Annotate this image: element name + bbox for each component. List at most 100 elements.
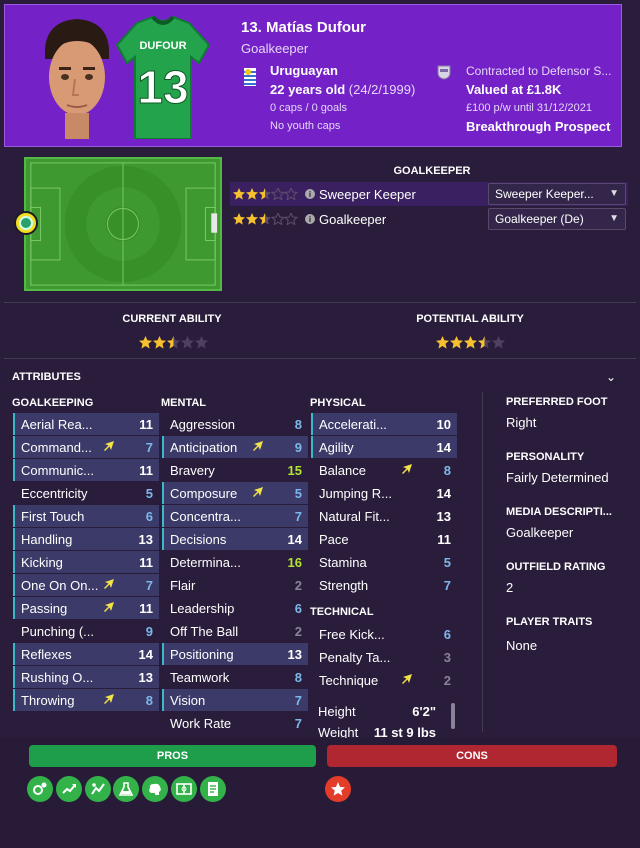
- attribute-row[interactable]: Strength 7: [311, 574, 457, 596]
- attribute-row[interactable]: Eccentricity 5: [13, 482, 159, 504]
- attribute-row[interactable]: Concentra... 7: [162, 505, 308, 527]
- attribute-name: Aggression: [170, 416, 236, 432]
- trend-arrow-icon: [104, 441, 114, 451]
- attribute-value: 15: [287, 462, 302, 478]
- media-description-value: Goalkeeper: [506, 525, 574, 540]
- attribute-row[interactable]: First Touch 6: [13, 505, 159, 527]
- attribute-name: Decisions: [170, 531, 227, 547]
- attribute-row[interactable]: Stamina 5: [311, 551, 457, 573]
- attribute-row[interactable]: Agility 14: [311, 436, 457, 458]
- player-name: 13. Matías Dufour: [241, 19, 367, 36]
- flask-icon[interactable]: [113, 776, 139, 802]
- attribute-row[interactable]: Jumping R... 14: [311, 482, 457, 504]
- attribute-row[interactable]: Natural Fit... 13: [311, 505, 457, 527]
- document-icon[interactable]: [200, 776, 226, 802]
- goalkeeper-position-marker[interactable]: [14, 211, 38, 235]
- attribute-row[interactable]: Handling 13: [13, 528, 159, 550]
- improving-icon[interactable]: [85, 776, 111, 802]
- attribute-row[interactable]: Kicking 11: [13, 551, 159, 573]
- attribute-row[interactable]: Passing 11: [13, 597, 159, 619]
- attribute-row[interactable]: Bravery 15: [162, 459, 308, 481]
- trend-arrow-icon: [253, 441, 263, 451]
- attribute-row[interactable]: Flair 2: [162, 574, 308, 596]
- role-row-goalkeeper[interactable]: i Goalkeeper Goalkeeper (De) ▼: [230, 207, 628, 231]
- attribute-row[interactable]: Composure 5: [162, 482, 308, 504]
- attribute-row[interactable]: Rushing O... 13: [13, 666, 159, 688]
- scrollbar[interactable]: [451, 703, 455, 729]
- cons-bar[interactable]: CONS: [327, 745, 617, 767]
- pitch-icon[interactable]: [171, 776, 197, 802]
- attribute-row[interactable]: Technique 2: [311, 669, 457, 691]
- preferred-foot-value: Right: [506, 415, 537, 430]
- pros-bar[interactable]: PROS: [29, 745, 316, 767]
- attribute-name: Eccentricity: [21, 485, 88, 501]
- attribute-row[interactable]: Work Rate 7: [162, 712, 308, 734]
- attribute-row[interactable]: Penalty Ta... 3: [311, 646, 457, 668]
- attribute-row[interactable]: Anticipation 9: [162, 436, 308, 458]
- player-caps: 0 caps / 0 goals: [270, 102, 348, 114]
- attribute-row[interactable]: Accelerati... 10: [311, 413, 457, 435]
- attribute-value: 9: [145, 623, 153, 639]
- role-select-sweeper-keeper[interactable]: Sweeper Keeper... ▼: [488, 183, 626, 205]
- attribute-row[interactable]: Free Kick... 6: [311, 623, 457, 645]
- attribute-value: 11: [139, 600, 153, 616]
- technical-title: TECHNICAL: [310, 606, 374, 618]
- star-rating-icon: [233, 188, 299, 200]
- role-select-goalkeeper[interactable]: Goalkeeper (De) ▼: [488, 208, 626, 230]
- player-contract[interactable]: Contracted to Defensor S...: [466, 64, 618, 78]
- role-row-sweeper-keeper[interactable]: i Sweeper Keeper Sweeper Keeper... ▼: [230, 182, 628, 206]
- attribute-value: 2: [443, 672, 451, 688]
- position-pitch[interactable]: [24, 157, 222, 291]
- attribute-row[interactable]: Command... 7: [13, 436, 159, 458]
- attribute-row[interactable]: Aggression 8: [162, 413, 308, 435]
- attribute-value: 6: [145, 508, 153, 524]
- gk-distribution-icon[interactable]: [27, 776, 53, 802]
- attribute-row[interactable]: Punching (... 9: [13, 620, 159, 642]
- attribute-value: 6: [443, 626, 451, 642]
- attribute-row[interactable]: Determina... 16: [162, 551, 308, 573]
- attribute-name: Punching (...: [21, 623, 94, 639]
- attribute-name: Technique: [319, 672, 379, 688]
- outfield-rating-label: OUTFIELD RATING: [506, 561, 606, 573]
- attribute-value: 9: [294, 439, 302, 455]
- current-ability-stars-icon: [139, 336, 208, 349]
- player-youth-caps: No youth caps: [270, 120, 341, 132]
- chevron-down-icon[interactable]: ⌄: [606, 370, 616, 384]
- attribute-row[interactable]: Balance 8: [311, 459, 457, 481]
- physical-title: PHYSICAL: [310, 397, 366, 409]
- info-icon[interactable]: i: [305, 189, 315, 199]
- potential-ability-stars-icon: [436, 336, 505, 349]
- attribute-row[interactable]: Reflexes 14: [13, 643, 159, 665]
- player-traits-label: PLAYER TRAITS: [506, 616, 593, 628]
- trend-up-icon[interactable]: [56, 776, 82, 802]
- attribute-name: Flair: [170, 577, 196, 593]
- attribute-name: Natural Fit...: [319, 508, 390, 524]
- shirt-name: DUFOUR: [139, 40, 186, 52]
- star-icon[interactable]: [325, 776, 351, 802]
- attribute-row[interactable]: Off The Ball 2: [162, 620, 308, 642]
- attribute-name: Accelerati...: [319, 416, 387, 432]
- attribute-row[interactable]: Teamwork 8: [162, 666, 308, 688]
- player-nationality[interactable]: Uruguayan: [270, 63, 338, 78]
- roles-title: GOALKEEPER: [393, 165, 471, 177]
- attribute-row[interactable]: Leadership 6: [162, 597, 308, 619]
- attribute-value: 13: [138, 669, 153, 685]
- info-icon[interactable]: i: [305, 214, 315, 224]
- preferred-foot-label: PREFERRED FOOT: [506, 396, 608, 408]
- attribute-row[interactable]: Decisions 14: [162, 528, 308, 550]
- attribute-row[interactable]: Communic... 11: [13, 459, 159, 481]
- attribute-value: 6: [294, 600, 302, 616]
- attribute-row[interactable]: Positioning 13: [162, 643, 308, 665]
- outfield-rating-value: 2: [506, 580, 514, 595]
- attribute-row[interactable]: Vision 7: [162, 689, 308, 711]
- attribute-value: 11: [139, 554, 153, 570]
- attribute-value: 14: [436, 439, 451, 455]
- height-weight-box: Height 6'2" Weight 11 st 9 lbs: [312, 700, 458, 738]
- attribute-row[interactable]: One On On... 7: [13, 574, 159, 596]
- attribute-row[interactable]: Throwing 8: [13, 689, 159, 711]
- attribute-row[interactable]: Pace 11: [311, 528, 457, 550]
- player-position: Goalkeeper: [241, 41, 309, 56]
- attribute-row[interactable]: Aerial Rea... 11: [13, 413, 159, 435]
- weight-label: Weight: [318, 725, 359, 738]
- brain-icon[interactable]: [142, 776, 168, 802]
